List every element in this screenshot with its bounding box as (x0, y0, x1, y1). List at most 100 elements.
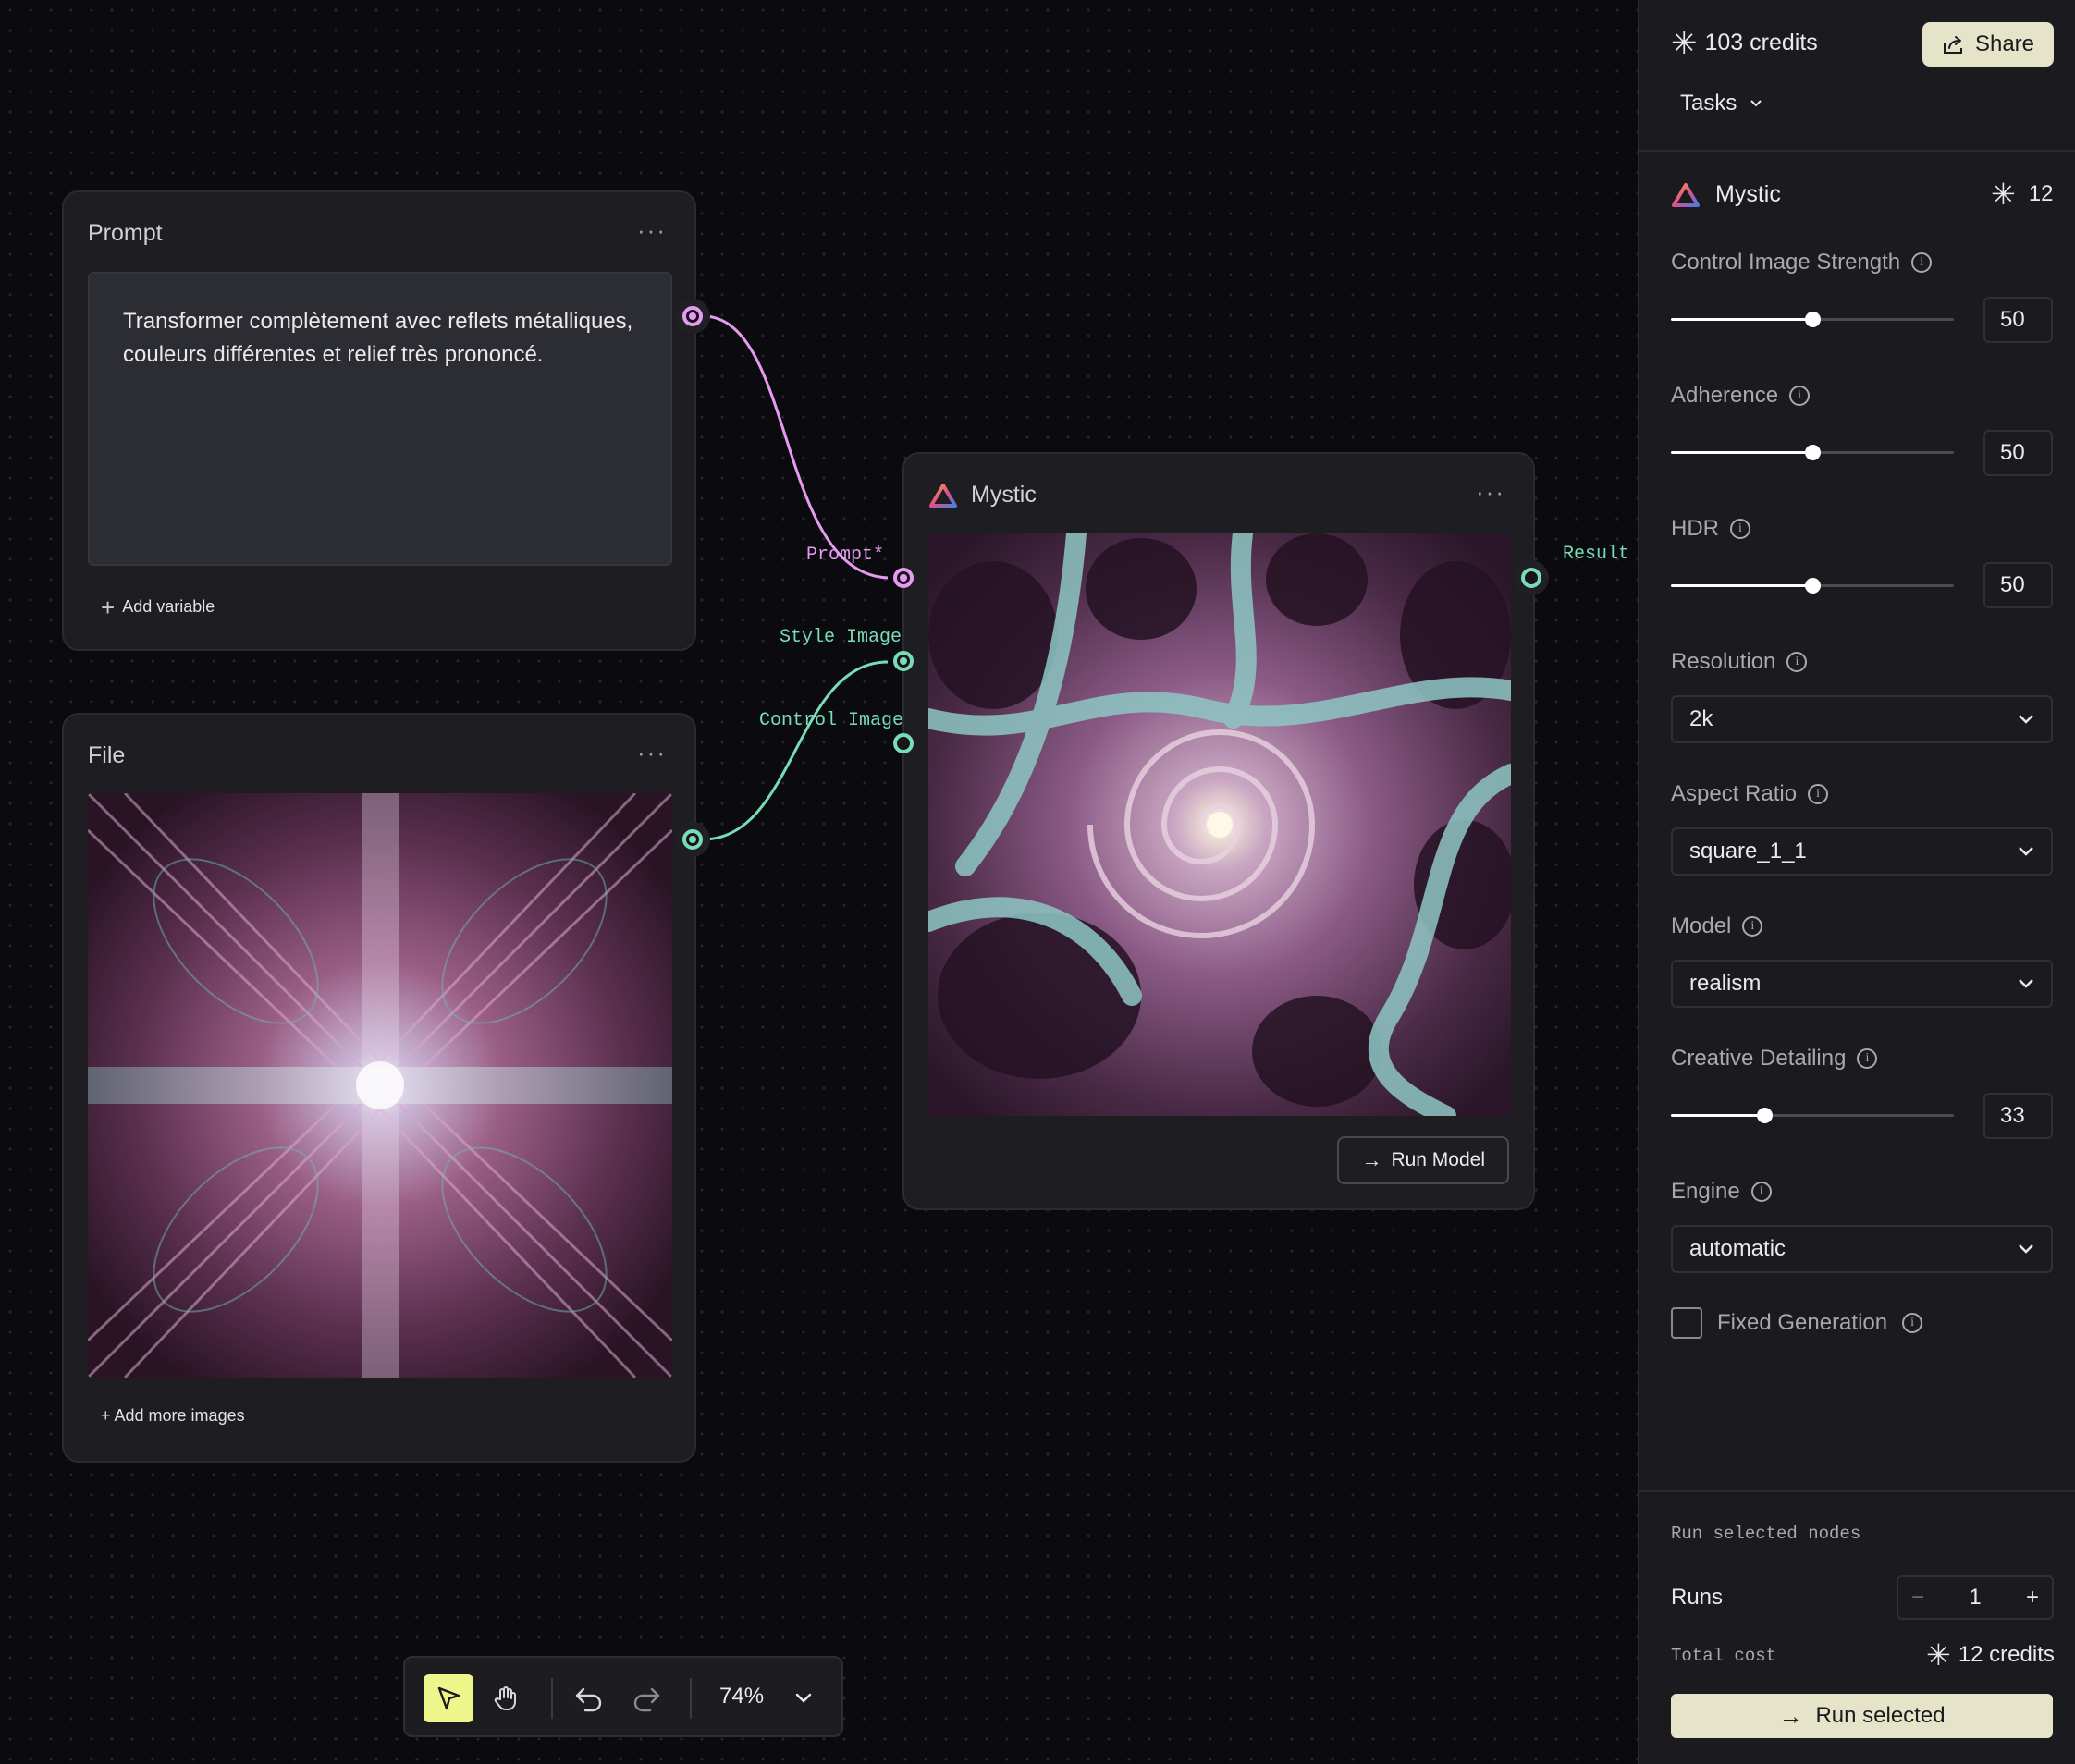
mystic-node-header: Mystic (928, 482, 1037, 508)
engine-text: Engine (1671, 1179, 1740, 1204)
control-image-strength-text: Control Image Strength (1671, 250, 1901, 275)
file-node-menu-icon[interactable]: ··· (637, 739, 667, 767)
mystic-node-menu-icon[interactable]: ··· (1476, 478, 1505, 507)
adherence-slider[interactable] (1671, 445, 1954, 460)
model-text: Model (1671, 913, 1732, 938)
slider-thumb[interactable] (1805, 312, 1821, 327)
credits-display: ✳ 103 credits (1671, 28, 1818, 59)
control-image-strength-input[interactable]: 50 (1983, 297, 2053, 343)
runs-increment-button[interactable]: + (2026, 1585, 2039, 1611)
mystic-node[interactable]: Mystic ··· → Run Model (902, 452, 1535, 1210)
adherence-input[interactable]: 50 (1983, 430, 2053, 476)
model-value: realism (1689, 971, 1762, 996)
mystic-result-image (928, 533, 1511, 1116)
run-selected-button[interactable]: → Run selected (1671, 1694, 2053, 1738)
undo-icon (575, 1687, 602, 1712)
engine-select[interactable]: automatic (1671, 1225, 2053, 1273)
file-node[interactable]: File ··· + Add more images (62, 713, 696, 1463)
info-icon[interactable]: i (1911, 252, 1933, 273)
run-model-button[interactable]: → Run Model (1337, 1136, 1509, 1184)
creative-detailing-text: Creative Detailing (1671, 1046, 1847, 1071)
prompt-input-port[interactable] (893, 568, 914, 588)
panel-divider (1639, 150, 2075, 152)
add-more-images-button[interactable]: + Add more images (101, 1406, 245, 1426)
zoom-dropdown-button[interactable] (779, 1674, 829, 1722)
engine-label: Engine i (1671, 1179, 1772, 1205)
result-output-port[interactable] (1521, 568, 1541, 588)
result-output-label: Result (1563, 544, 1630, 565)
slider-fill (1671, 451, 1812, 454)
workflow-canvas[interactable]: Prompt ··· Transformer complètement avec… (0, 0, 1638, 1764)
model-cost: ✳ 12 (1991, 179, 2054, 209)
pan-tool-button[interactable] (481, 1674, 531, 1722)
file-output-port[interactable] (682, 829, 703, 850)
prompt-node[interactable]: Prompt ··· Transformer complètement avec… (62, 190, 696, 651)
info-icon[interactable]: i (1742, 916, 1763, 937)
share-button[interactable]: Share (1922, 22, 2054, 67)
fixed-generation-checkbox[interactable] (1671, 1307, 1702, 1339)
total-cost-display: ✳ 12 credits (1926, 1640, 2055, 1670)
slider-thumb[interactable] (1756, 1108, 1773, 1123)
hdr-input[interactable]: 50 (1983, 562, 2053, 608)
pointer-icon (437, 1686, 460, 1710)
fixed-generation-row[interactable]: Fixed Generation i (1671, 1307, 1923, 1339)
slider-thumb[interactable] (1805, 578, 1821, 594)
prompt-node-menu-icon[interactable]: ··· (637, 216, 667, 245)
info-icon[interactable]: i (1750, 1182, 1772, 1202)
info-icon[interactable]: i (1857, 1048, 1878, 1069)
total-cost-label: Total cost (1671, 1646, 1777, 1666)
chevron-down-icon (2019, 979, 2033, 988)
prompt-wire (702, 314, 889, 580)
control-image-strength-label: Control Image Strength i (1671, 250, 1933, 276)
creative-detailing-input[interactable]: 33 (1983, 1093, 2053, 1139)
runs-value[interactable]: 1 (1969, 1585, 1981, 1611)
control-image-port[interactable] (893, 733, 914, 753)
select-tool-button[interactable] (424, 1674, 473, 1722)
arrow-right-icon: → (1361, 1148, 1382, 1171)
model-name: Mystic (1715, 181, 1781, 207)
style-image-label: Style Image (780, 627, 902, 648)
zoom-level[interactable]: 74% (719, 1684, 764, 1709)
share-label: Share (1974, 31, 2035, 56)
run-selected-label: Run selected (1815, 1703, 1946, 1728)
info-icon[interactable]: i (1808, 784, 1829, 804)
hdr-text: HDR (1671, 516, 1719, 541)
info-icon[interactable]: i (1786, 652, 1808, 672)
style-image-port[interactable] (893, 651, 914, 671)
control-image-strength-slider[interactable] (1671, 312, 1954, 327)
model-header: Mystic (1671, 181, 1781, 208)
runs-label: Runs (1671, 1585, 1724, 1610)
add-variable-label: Add variable (122, 597, 215, 616)
image-wire (702, 660, 889, 841)
resolution-label: Resolution i (1671, 649, 1808, 675)
slider-fill (1671, 318, 1812, 321)
arrow-right-icon: → (1778, 1701, 1803, 1730)
undo-button[interactable] (564, 1674, 614, 1722)
aspect-ratio-select[interactable]: square_1_1 (1671, 827, 2053, 876)
hdr-slider[interactable] (1671, 578, 1954, 594)
properties-panel: ✳ 103 credits Share Tasks Mystic ✳ 12 Co… (1638, 0, 2075, 1764)
tasks-label: Tasks (1680, 91, 1737, 116)
info-icon[interactable]: i (1789, 386, 1811, 406)
creative-detailing-slider[interactable] (1671, 1108, 1954, 1123)
chevron-down-icon (2019, 1244, 2033, 1254)
runs-decrement-button[interactable]: − (1911, 1585, 1924, 1611)
engine-value: automatic (1689, 1236, 1786, 1261)
model-select[interactable]: realism (1671, 960, 2053, 1008)
chevron-down-icon (2019, 847, 2033, 856)
total-cost-value: 12 credits (1958, 1642, 2055, 1667)
adherence-label: Adherence i (1671, 383, 1811, 409)
tasks-dropdown[interactable]: Tasks (1680, 91, 1762, 116)
prompt-output-port[interactable] (682, 306, 703, 326)
slider-thumb[interactable] (1805, 445, 1821, 460)
prompt-textarea[interactable]: Transformer complètement avec reflets mé… (88, 272, 672, 566)
runs-stepper[interactable]: − 1 + (1897, 1575, 2054, 1620)
resolution-text: Resolution (1671, 649, 1776, 674)
info-icon[interactable]: i (1730, 519, 1750, 539)
redo-button[interactable] (621, 1674, 671, 1722)
resolution-select[interactable]: 2k (1671, 695, 2053, 743)
add-variable-button[interactable]: + Add variable (101, 595, 215, 619)
fixed-generation-text: Fixed Generation (1717, 1310, 1888, 1335)
toolbar-divider-2 (690, 1678, 692, 1719)
info-icon[interactable]: i (1902, 1313, 1923, 1333)
